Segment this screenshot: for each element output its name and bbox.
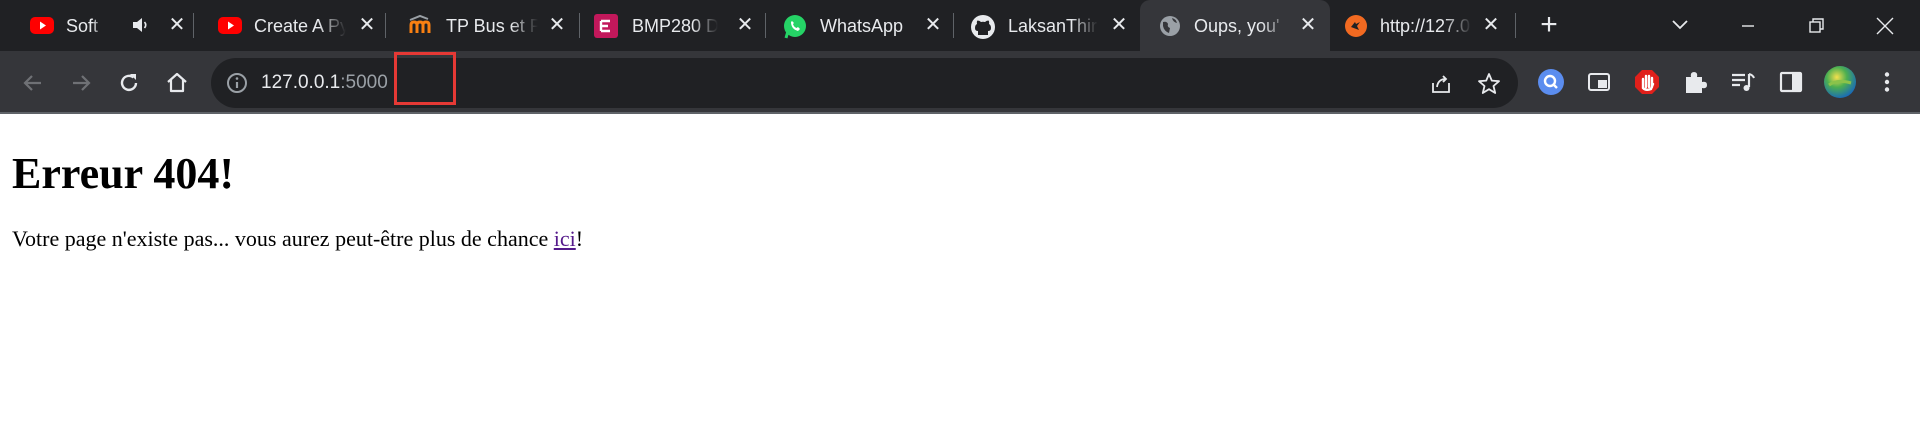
flask-icon — [1344, 14, 1368, 37]
share-icon[interactable] — [1428, 71, 1454, 97]
tab-github[interactable]: LaksanThir ✕ — [954, 0, 1140, 51]
back-button[interactable] — [16, 66, 50, 100]
avatar[interactable] — [1822, 64, 1858, 100]
arrow-right-icon — [73, 75, 91, 91]
tab-bmp280[interactable]: BMP280 D ✕ — [580, 0, 766, 51]
tab-title: http://127.0 — [1380, 16, 1471, 36]
close-tab-icon[interactable]: ✕ — [1480, 14, 1502, 36]
close-tab-icon[interactable]: ✕ — [734, 14, 756, 36]
reload-button[interactable] — [112, 66, 146, 100]
tab-title: LaksanThir — [1008, 16, 1098, 36]
close-tab-icon[interactable]: ✕ — [166, 14, 188, 36]
tab-title: BMP280 D — [632, 16, 718, 36]
close-icon — [1876, 17, 1894, 34]
whatsapp-icon — [782, 14, 806, 39]
tab-separator — [1515, 13, 1516, 38]
media-controls-icon[interactable] — [1728, 67, 1758, 97]
message-text: Votre page n'existe pas... vous aurez pe… — [12, 226, 554, 252]
reload-icon — [120, 74, 138, 92]
puzzle-extensions-icon[interactable] — [1680, 67, 1710, 97]
minimize-button[interactable] — [1718, 0, 1778, 51]
tab-active-oups[interactable]: Oups, you' ✕ — [1140, 0, 1330, 51]
restore-icon — [1809, 17, 1824, 33]
forward-button[interactable] — [64, 66, 98, 100]
tab-title: WhatsApp — [820, 16, 904, 36]
url-text[interactable]: 127.0.0.1:5000 — [261, 72, 388, 94]
bookmark-star-icon[interactable] — [1476, 71, 1502, 97]
tab-title: TP Bus et P — [446, 16, 538, 36]
new-tab-button[interactable]: + — [1533, 10, 1565, 42]
tab-title: Soft Fe — [66, 16, 104, 36]
github-icon — [970, 14, 995, 39]
speaker-icon[interactable] — [131, 15, 151, 40]
chevron-down-icon — [1672, 20, 1688, 30]
picture-in-picture-icon[interactable] — [1584, 67, 1614, 97]
globe-icon — [1158, 14, 1182, 36]
tab-youtube-soft[interactable]: Soft Fe ✕ — [0, 0, 194, 51]
moodle-icon — [408, 14, 432, 36]
message-punctuation: ! — [575, 226, 584, 252]
here-link[interactable]: ici — [554, 226, 576, 251]
arrow-left-icon — [23, 75, 41, 91]
more-options-icon[interactable] — [1872, 67, 1902, 97]
adblock-extension-icon[interactable] — [1632, 67, 1662, 97]
tab-youtube-create[interactable]: Create A Py ✕ — [194, 0, 386, 51]
tab-moodle[interactable]: TP Bus et P ✕ — [386, 0, 580, 51]
tab-whatsapp[interactable]: WhatsApp ✕ — [766, 0, 954, 51]
close-tab-icon[interactable]: ✕ — [922, 14, 944, 36]
minimize-icon — [1742, 24, 1754, 27]
youtube-icon — [218, 14, 242, 36]
highlight-box — [394, 52, 456, 105]
tab-title: Create A Py — [254, 16, 346, 36]
address-bar[interactable]: 127.0.0.1:5000 — [211, 52, 1518, 108]
tab-localhost[interactable]: http://127.0 ✕ — [1330, 0, 1516, 51]
tab-title: Oups, you' — [1194, 16, 1280, 36]
side-panel-icon[interactable] — [1776, 67, 1806, 97]
home-button[interactable] — [160, 66, 194, 100]
page-content: Erreur 404! Votre page n'existe pas... v… — [0, 114, 1920, 252]
page-title: Erreur 404! — [12, 149, 234, 198]
close-tab-icon[interactable]: ✕ — [1108, 14, 1130, 36]
close-tab-icon[interactable]: ✕ — [1297, 14, 1319, 36]
browser-toolbar: 127.0.0.1:5000 — [0, 51, 1920, 114]
close-tab-icon[interactable]: ✕ — [546, 14, 568, 36]
elektor-icon — [594, 14, 618, 38]
url-port: :5000 — [340, 72, 388, 93]
close-window-button[interactable] — [1855, 0, 1915, 51]
error-message: Votre page n'existe pas... vous aurez pe… — [12, 226, 1908, 252]
url-host: 127.0.0.1 — [261, 72, 341, 93]
tab-strip: Soft Fe ✕ Create A Py ✕ TP Bus et P ✕ BM… — [0, 0, 1920, 51]
close-tab-icon[interactable]: ✕ — [356, 14, 378, 36]
home-icon — [167, 72, 187, 93]
info-icon[interactable] — [225, 71, 249, 95]
tab-search-button[interactable] — [1665, 10, 1695, 40]
youtube-icon — [30, 14, 54, 36]
lens-extension-icon[interactable] — [1536, 67, 1566, 97]
restore-button[interactable] — [1786, 0, 1846, 51]
